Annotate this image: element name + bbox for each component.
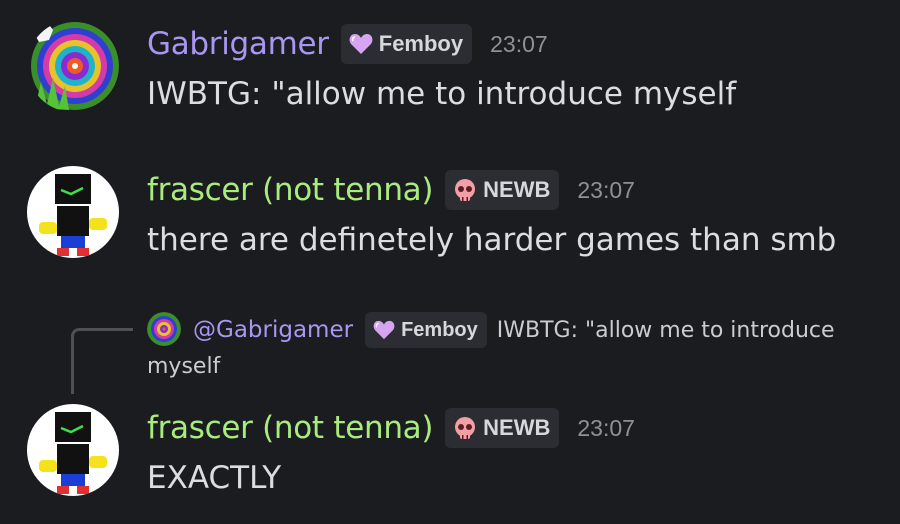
- message-text: EXACTLY: [147, 460, 282, 496]
- role-tag-label: NEWB: [483, 415, 551, 440]
- avatar-frascer[interactable]: [27, 404, 119, 496]
- role-tag[interactable]: NEWB: [445, 408, 560, 448]
- chat-log: Gabrigamer Femboy 23:07 IWBTG: "allow me…: [0, 0, 900, 524]
- author-name[interactable]: frascer (not tenna): [147, 410, 433, 446]
- message-frascer-2: frascer (not tenna) NEWB 23:07 EXACTLY: [0, 0, 900, 524]
- tv-head-avatar-icon: [27, 404, 119, 496]
- pink-skull-icon: [455, 417, 476, 439]
- timestamp[interactable]: 23:07: [577, 415, 635, 442]
